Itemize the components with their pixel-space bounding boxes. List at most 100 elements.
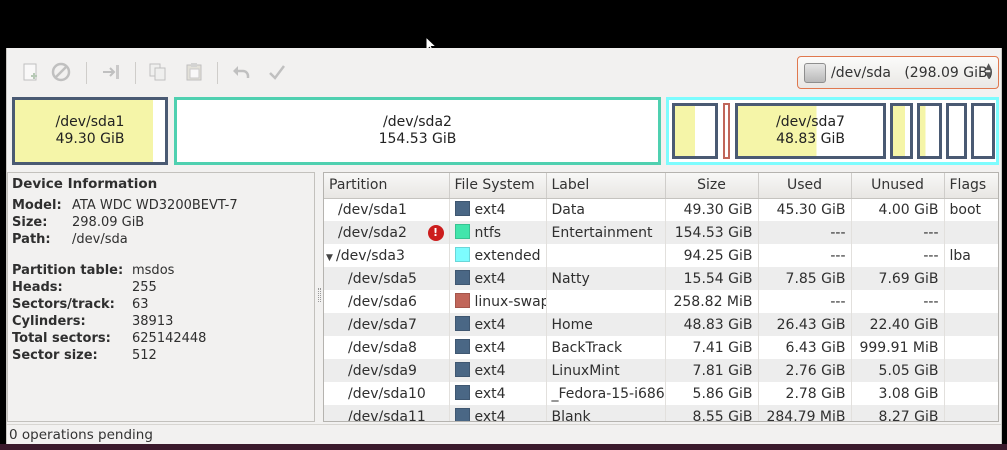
resize-move-icon[interactable]	[99, 60, 123, 84]
cell-used: ---	[758, 244, 852, 267]
cell-partition: /dev/sda10	[324, 382, 450, 405]
cell-size: 94.25 GiB	[665, 244, 759, 267]
column-header-partition[interactable]: Partition	[324, 173, 450, 199]
cell-flags: boot	[944, 198, 998, 221]
partition-name: /dev/sda7	[348, 316, 417, 333]
partition-block-sda2[interactable]: /dev/sda2 154.53 GiB	[174, 97, 661, 165]
table-row[interactable]: /dev/sda10 ext4 _Fedora-15-i686- 5.86 GiB 2.…	[324, 382, 998, 405]
filesystem-color-swatch	[454, 293, 470, 308]
undo-icon[interactable]	[229, 60, 253, 84]
cell-partition: /dev/sda2!	[324, 221, 450, 244]
table-row[interactable]: /dev/sda5 ext4 Natty 15.54 GiB 7.85 GiB 7.69 …	[324, 267, 998, 290]
partition-block-sda1[interactable]: /dev/sda1 49.30 GiB	[12, 97, 168, 165]
sector-size-label: Sector size:	[12, 348, 98, 363]
cell-partition: /dev/sda11	[324, 405, 450, 422]
cell-unused: ---	[851, 221, 945, 244]
partition-table: Partition File System Label Size Used Un…	[323, 172, 999, 422]
column-header-unused[interactable]: Unused	[851, 173, 945, 199]
cell-partition: /dev/sda7	[324, 313, 450, 336]
table-row[interactable]: /dev/sda11 ext4 Blank 8.55 GiB 284.79 MiB 8.2…	[324, 405, 998, 422]
pane-resize-handle[interactable]	[318, 288, 321, 302]
column-header-file-system[interactable]: File System	[449, 173, 547, 199]
device-selector[interactable]: /dev/sda (298.09 GiB) ▲ ▼	[797, 56, 999, 89]
cell-label: _Fedora-15-i686-	[546, 382, 666, 405]
filesystem-name: ext4	[474, 317, 506, 333]
sectors-track-value: 63	[132, 297, 149, 312]
table-row[interactable]: /dev/sda7 ext4 Home 48.83 GiB 26.43 GiB 22.40…	[324, 313, 998, 336]
cell-size: 15.54 GiB	[665, 267, 759, 290]
cell-size: 154.53 GiB	[665, 221, 759, 244]
partition-block-sda8[interactable]	[890, 103, 913, 159]
cell-file-system: ext4	[449, 336, 547, 359]
cell-flags	[944, 267, 998, 290]
partition-block-sda5[interactable]	[672, 103, 718, 159]
cell-partition: ▼/dev/sda3	[324, 244, 450, 267]
cell-partition: /dev/sda1	[324, 198, 450, 221]
cell-unused: 999.91 MiB	[851, 336, 945, 359]
cell-flags	[944, 221, 998, 244]
partition-block-sda7[interactable]: /dev/sda7 48.83 GiB	[735, 103, 886, 159]
filesystem-name: ntfs	[474, 225, 502, 241]
cell-used: 2.78 GiB	[758, 382, 852, 405]
harddisk-icon	[804, 62, 826, 83]
column-header-label[interactable]: Label	[546, 173, 666, 199]
partition-block-name: /dev/sda1	[55, 114, 125, 130]
filesystem-color-swatch	[454, 270, 470, 285]
filesystem-name: extended	[474, 248, 541, 264]
partition-block-sda6[interactable]	[723, 103, 730, 159]
copy-icon[interactable]	[146, 60, 170, 84]
cell-file-system: ext4	[449, 359, 547, 382]
cell-flags: lba	[944, 244, 998, 267]
partition-name: /dev/sda11	[348, 408, 426, 422]
path-label: Path:	[12, 232, 51, 247]
partition-block-extended[interactable]: /dev/sda7 48.83 GiB	[666, 97, 999, 165]
table-row[interactable]: /dev/sda1 ext4 Data 49.30 GiB 45.30 GiB 4.00 …	[324, 198, 998, 221]
model-label: Model:	[12, 198, 62, 213]
cell-size: 5.86 GiB	[665, 382, 759, 405]
paste-icon[interactable]	[182, 60, 206, 84]
column-header-size[interactable]: Size	[665, 173, 759, 199]
partition-name: /dev/sda6	[348, 293, 417, 310]
cell-file-system: ext4	[449, 267, 547, 290]
table-row[interactable]: /dev/sda9 ext4 LinuxMint 7.81 GiB 2.76 GiB 5.…	[324, 359, 998, 382]
filesystem-color-swatch	[454, 316, 470, 331]
heads-label: Heads:	[12, 280, 63, 295]
dropdown-arrows-icon: ▲ ▼	[985, 62, 992, 81]
device-selector-label: /dev/sda (298.09 GiB)	[831, 64, 994, 81]
apply-icon[interactable]	[265, 60, 289, 84]
toolbar-separator	[135, 62, 136, 84]
partition-table-value: msdos	[132, 263, 175, 278]
filesystem-color-swatch	[454, 224, 470, 239]
cell-unused: 5.05 GiB	[851, 359, 945, 382]
delete-icon[interactable]	[49, 60, 73, 84]
cell-flags	[944, 336, 998, 359]
gparted-window: /dev/sda (298.09 GiB) ▲ ▼ /dev/sda1 49.30…	[6, 48, 1002, 444]
cell-label: Entertainment	[546, 221, 666, 244]
cell-size: 48.83 GiB	[665, 313, 759, 336]
column-header-used[interactable]: Used	[758, 173, 852, 199]
cell-file-system: extended	[449, 244, 547, 267]
cell-flags	[944, 290, 998, 313]
partition-name: /dev/sda9	[348, 362, 417, 379]
table-row[interactable]: /dev/sda2! ntfs Entertainment 154.53 GiB ---…	[324, 221, 998, 244]
cell-label: Home	[546, 313, 666, 336]
filesystem-name: ext4	[474, 386, 506, 402]
table-header-row: Partition File System Label Size Used Un…	[324, 173, 998, 199]
table-row[interactable]: /dev/sda8 ext4 BackTrack 7.41 GiB 6.43 GiB 99…	[324, 336, 998, 359]
filesystem-name: ext4	[474, 409, 506, 422]
table-row[interactable]: /dev/sda6 linux-swap 258.82 MiB --- ---	[324, 290, 998, 313]
cell-flags	[944, 313, 998, 336]
column-header-flags[interactable]: Flags	[944, 173, 998, 199]
cell-partition: /dev/sda9	[324, 359, 450, 382]
cell-flags	[944, 405, 998, 421]
partition-block-sda11[interactable]	[971, 103, 995, 159]
expander-arrow-icon[interactable]: ▼	[326, 253, 336, 263]
partition-block-sda10[interactable]	[946, 103, 967, 159]
new-partition-icon[interactable]	[19, 60, 43, 84]
partition-block-sda9[interactable]	[917, 103, 942, 159]
filesystem-color-swatch	[454, 201, 470, 217]
status-bar: 0 operations pending	[7, 424, 1001, 444]
table-row[interactable]: ▼/dev/sda3 extended 94.25 GiB --- --- lba	[324, 244, 998, 267]
cell-size: 7.81 GiB	[665, 359, 759, 382]
filesystem-color-swatch	[454, 408, 470, 421]
